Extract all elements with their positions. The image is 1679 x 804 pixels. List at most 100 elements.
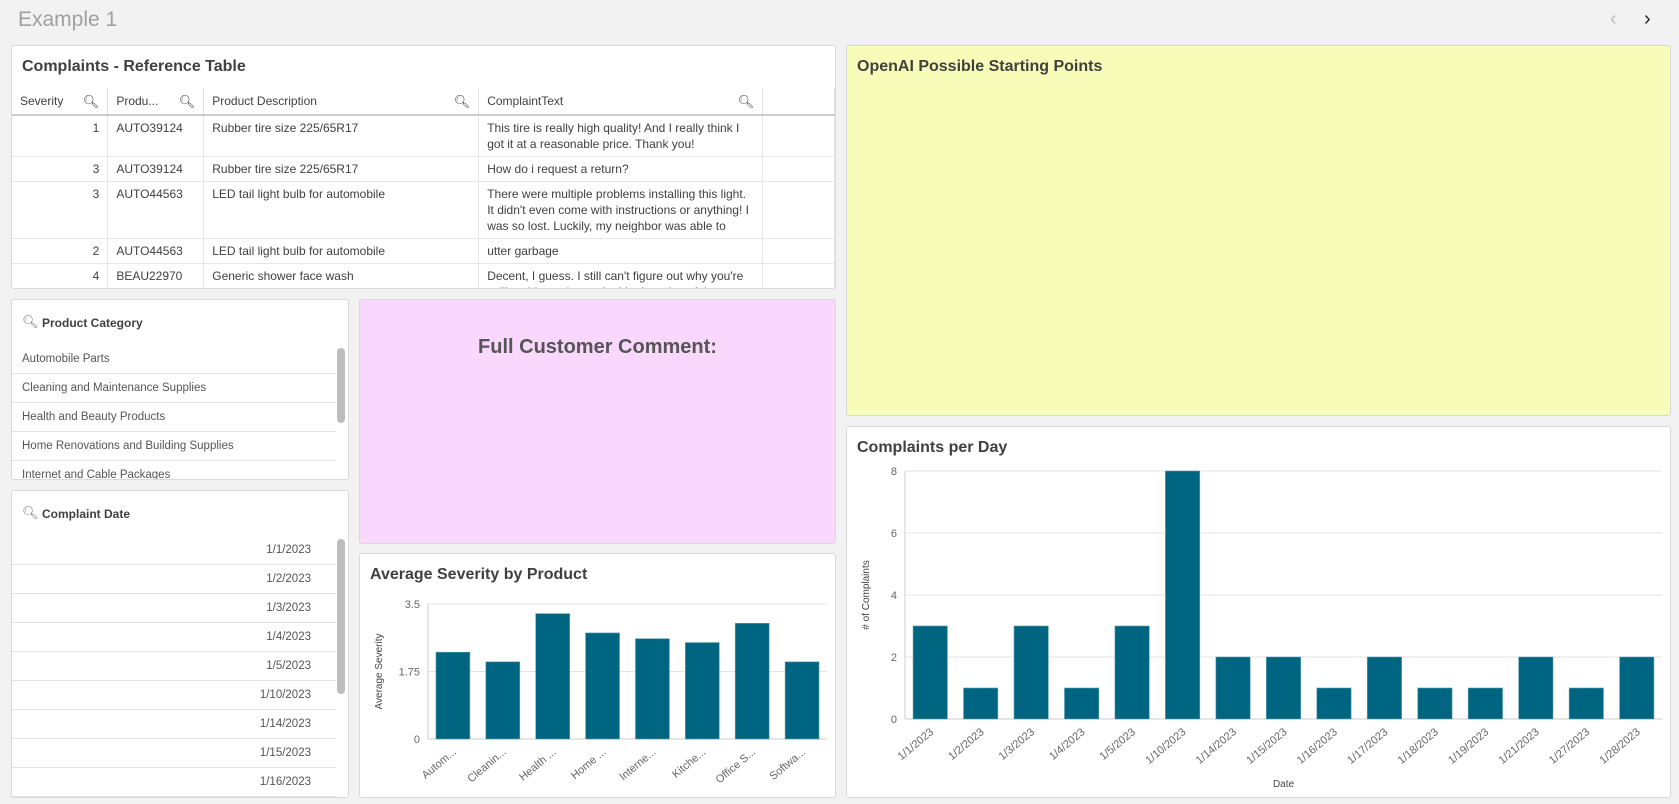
empty-cell [762,238,835,264]
list-item[interactable]: 1/4/2023 [12,623,336,652]
empty-cell [762,156,835,182]
bar-chart: 0 2 4 6 8 1/1/2023 1/2/2023 1/3/2023 1/4/2023 1/5… [861,466,1662,790]
x-tick-label: 1/2/2023 [946,726,987,763]
list-item[interactable]: 1/14/2023 [12,710,336,739]
table-row[interactable]: 3 AUTO44563 LED tail light bulb for automo… [12,181,835,239]
column-header-severity[interactable]: Severity 🔍︎ [12,88,109,116]
column-header-complainttext[interactable]: ComplaintText 🔍︎ [478,88,764,116]
cell-text: There were multiple problems installing … [487,187,749,233]
severity-cell[interactable]: 2 [12,238,109,264]
y-tick-label: 0 [414,734,420,746]
list-item[interactable]: 1/1/2023 [12,536,336,565]
empty-cell [762,115,835,157]
x-tick-label: 1/4/2023 [1047,726,1088,763]
bar [1165,470,1201,720]
complaint-text-cell[interactable]: utter garbage [478,238,764,264]
product-cell[interactable]: AUTO44563 [107,238,205,264]
bar [435,651,471,740]
table-row[interactable]: 4 BEAU22970 Generic shower face wash Decent… [12,263,835,288]
complaint-text-cell[interactable]: There were multiple problems installing … [478,181,764,239]
x-tick-label: 1/1/2023 [896,726,937,763]
cell-text: This tire is really high quality! And I … [487,121,740,151]
openai-starting-points-panel: OpenAI Possible Starting Points [846,45,1671,416]
scrollbar[interactable] [337,539,345,694]
severity-cell[interactable]: 3 [12,156,109,182]
full-customer-comment-panel: Full Customer Comment: [359,299,836,544]
severity-cell[interactable]: 4 [12,263,109,288]
complaint-text-cell[interactable]: How do i request a return? [478,156,764,182]
bar [1266,656,1301,720]
x-tick-label: 1/18/2023 [1396,726,1441,767]
table-row[interactable]: 3 AUTO39124 Rubber tire size 225/65R17 How … [12,156,835,182]
list-item[interactable]: Internet and Cable Packages [12,461,336,479]
list-item[interactable]: 1/2/2023 [12,565,336,594]
complaint-text-cell[interactable]: This tire is really high quality! And I … [478,115,764,157]
x-tick-label: 1/3/2023 [997,726,1038,763]
severity-cell[interactable]: 3 [12,181,109,239]
x-tick-label: 1/28/2023 [1597,726,1642,767]
x-tick-label: Kitche... [670,746,708,781]
product-cell[interactable]: AUTO39124 [107,115,205,157]
product-cell[interactable]: BEAU22970 [107,263,205,288]
list-item[interactable]: Cleaning and Maintenance Supplies [12,374,336,403]
table-row[interactable]: 2 AUTO44563 LED tail light bulb for automo… [12,238,835,264]
average-severity-chart: Average Severity by Product 0 1.75 3.5 Auto… [359,553,836,798]
bar [734,622,770,740]
x-tick-label: 1/15/2023 [1244,726,1289,767]
complaint-date-filter: 🔍︎ Complaint Date 1/1/2023 1/2/2023 1/3/20… [11,490,349,798]
table-header-row: Severity 🔍︎ Produ... 🔍︎ Product Descriptio… [12,88,835,116]
list-item[interactable]: 1/15/2023 [12,739,336,768]
list-item[interactable]: Health and Beauty Products [12,403,336,432]
column-label: Produ... [116,94,159,108]
x-axis-label: Date [1273,779,1295,790]
product-category-filter: 🔍︎ Product Category Automobile Parts Clea… [11,299,349,480]
scrollbar[interactable] [337,348,345,423]
bar [912,625,948,720]
bar [1417,687,1453,720]
x-tick-label: 1/21/2023 [1497,726,1542,767]
y-tick-label: 8 [891,466,897,478]
list-item[interactable]: Automobile Parts [12,345,336,374]
chevron-right-icon[interactable]: › [1644,8,1651,31]
description-cell[interactable]: Generic shower face wash [203,263,480,288]
list-item[interactable]: 1/3/2023 [12,594,336,623]
column-header-product[interactable]: Produ... 🔍︎ [107,88,205,116]
column-header-description[interactable]: Product Description 🔍︎ [203,88,480,116]
description-cell[interactable]: Rubber tire size 225/65R17 [203,115,480,157]
y-tick-label: 4 [891,590,897,602]
empty-cell [762,263,835,288]
product-cell[interactable]: AUTO44563 [107,181,205,239]
table-row[interactable]: 1 AUTO39124 Rubber tire size 225/65R17 This… [12,115,835,157]
severity-cell[interactable]: 1 [12,115,109,157]
cell-text: How do i request a return? [487,162,629,176]
search-icon[interactable]: 🔍︎ [454,94,471,110]
x-tick-label: Office S... [714,746,759,786]
complaints-reference-table: Complaints - Reference Table Severity 🔍︎ … [11,45,836,289]
description-cell[interactable]: LED tail light bulb for automobile [203,238,480,264]
x-tick-label: 1/5/2023 [1098,726,1139,763]
filter-title: Product Category [42,316,143,330]
description-cell[interactable]: Rubber tire size 225/65R17 [203,156,480,182]
list-item[interactable]: 1/5/2023 [12,652,336,681]
empty-cell [762,181,835,239]
description-cell[interactable]: LED tail light bulb for automobile [203,181,480,239]
product-cell[interactable]: AUTO39124 [107,156,205,182]
list-item[interactable]: 1/10/2023 [12,681,336,710]
bar [1518,656,1554,720]
column-label: ComplaintText [487,94,564,108]
search-icon[interactable]: 🔍︎ [22,505,39,521]
bar [1568,687,1604,720]
search-icon[interactable]: 🔍︎ [22,314,39,330]
list-item[interactable]: 1/16/2023 [12,768,336,797]
search-icon[interactable]: 🔍︎ [738,94,755,110]
bar [485,661,521,740]
search-icon[interactable]: 🔍︎ [179,94,196,110]
list-item[interactable]: Home Renovations and Building Supplies [12,432,336,461]
sheet-title: Example 1 [18,8,118,31]
complaint-text-cell[interactable]: Decent, I guess. I still can't figure ou… [478,263,764,288]
filter-title: Complaint Date [42,507,131,521]
search-icon[interactable]: 🔍︎ [83,94,100,110]
bar [1064,687,1100,720]
chevron-left-icon[interactable]: ‹ [1610,8,1617,31]
bar [1013,625,1049,720]
